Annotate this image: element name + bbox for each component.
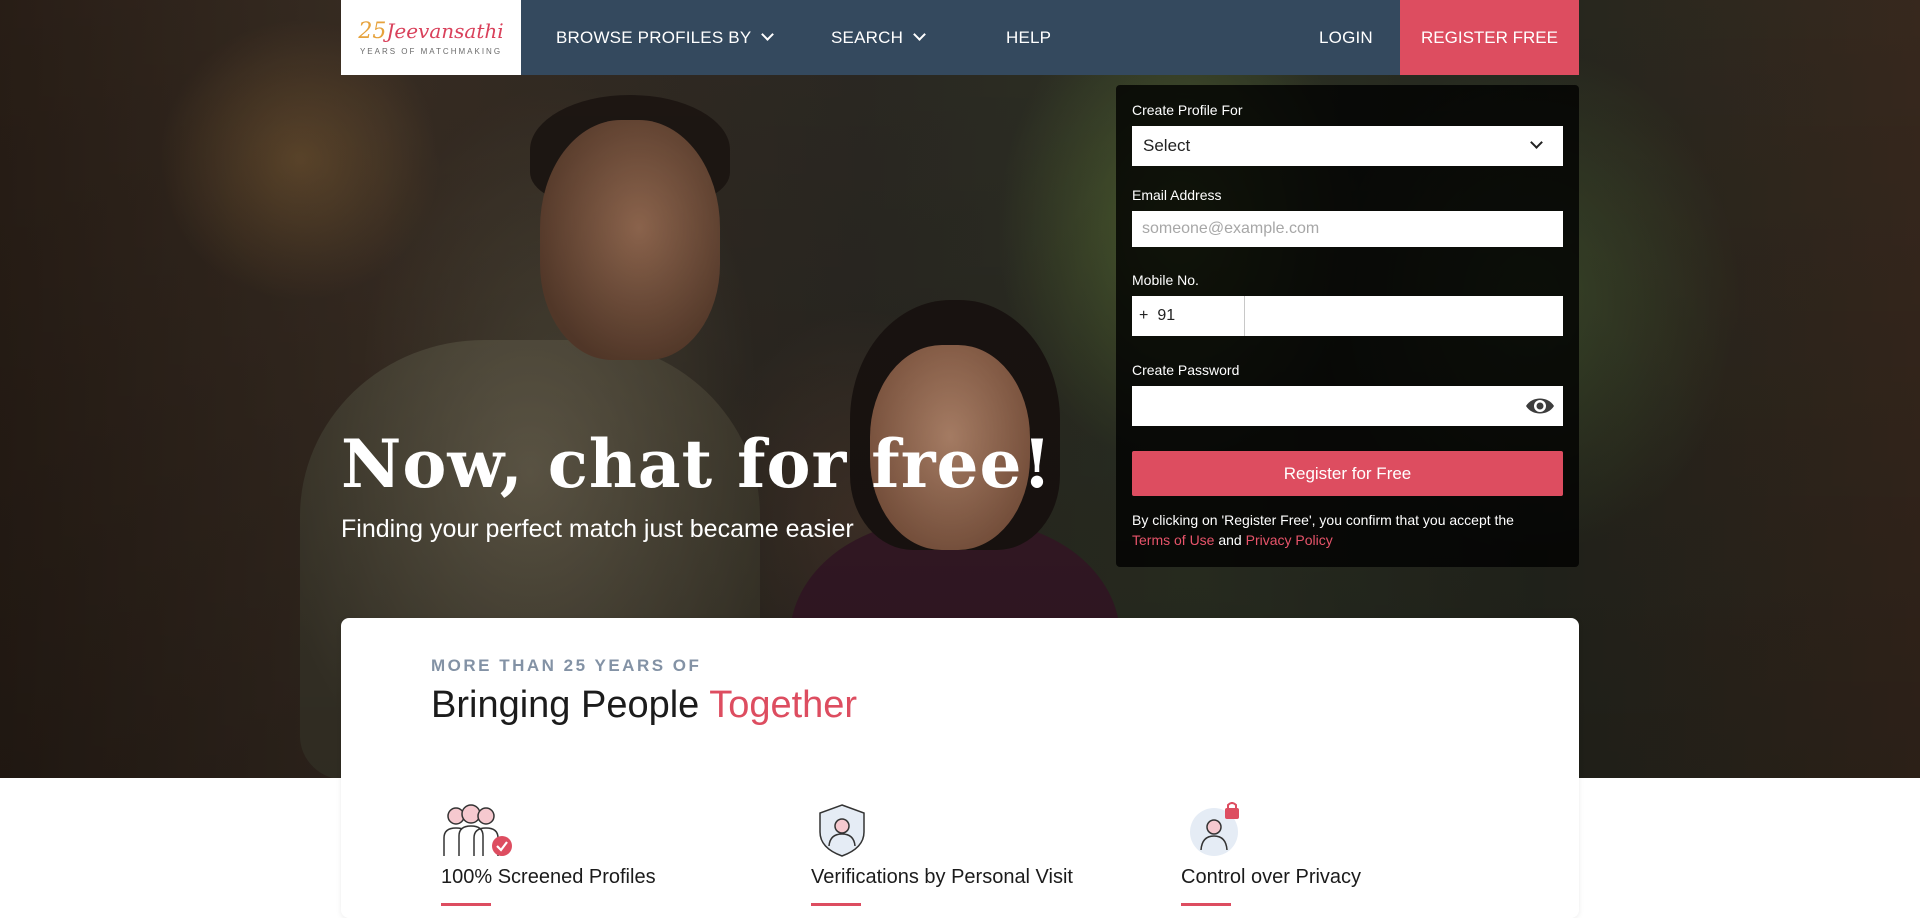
nav-login-label: LOGIN [1319,27,1373,47]
profile-for-select[interactable]: Select [1132,126,1563,166]
hero-title: Now, chat for free! [341,425,1053,503]
chevron-down-icon [913,28,926,41]
profile-for-label: Create Profile For [1132,102,1243,118]
terms-and: and [1218,532,1242,548]
site-logo[interactable]: 25Jeevansathi YEARS OF MATCHMAKING [341,0,521,75]
mobile-label: Mobile No. [1132,272,1199,288]
logo-brand: Jeevansathi [386,18,504,43]
country-code-value: 91 [1157,307,1176,324]
about-title-accent: Together [709,684,858,726]
mobile-input[interactable] [1245,296,1563,336]
feature-underline [441,903,491,906]
hero-subtitle: Finding your perfect match just became e… [341,515,854,543]
nav-register-free-button[interactable]: REGISTER FREE [1400,0,1579,75]
terms-notice: By clicking on 'Register Free', you conf… [1132,510,1563,550]
chevron-down-icon [1530,136,1543,149]
privacy-lock-icon [1188,802,1244,858]
verification-shield-icon [814,802,870,858]
country-code-plus: + [1139,307,1149,324]
password-label: Create Password [1132,362,1240,378]
password-field [1132,386,1563,426]
feature-underline [811,903,861,906]
terms-text: By clicking on 'Register Free', you conf… [1132,512,1514,528]
email-input[interactable] [1132,211,1563,247]
logo-number: 25 [358,18,387,44]
privacy-policy-link[interactable]: Privacy Policy [1246,532,1333,548]
about-kicker: MORE THAN 25 YEARS OF [431,656,702,675]
eye-icon[interactable] [1525,394,1555,418]
nav-help-label: HELP [1006,27,1052,47]
about-title-main: Bringing People [431,684,700,726]
feature-underline [1181,903,1231,906]
logo-tagline: YEARS OF MATCHMAKING [359,46,503,56]
password-input[interactable] [1132,386,1525,426]
register-for-free-button[interactable]: Register for Free [1132,451,1563,496]
nav-search[interactable]: SEARCH [831,0,926,75]
nav-login[interactable]: LOGIN [1319,0,1373,75]
email-label: Email Address [1132,187,1222,203]
screened-profiles-icon [440,802,514,858]
nav-help[interactable]: HELP [1006,0,1051,75]
feature-label: Verifications by Personal Visit [811,866,1073,888]
feature-label: Control over Privacy [1181,866,1362,888]
profile-for-value: Select [1143,136,1191,155]
country-code-select[interactable]: +91 [1132,296,1245,336]
feature-label: 100% Screened Profiles [441,866,656,888]
top-navbar [341,0,1579,75]
nav-search-label: SEARCH [831,27,904,47]
nav-browse-profiles[interactable]: BROWSE PROFILES BY [556,0,775,75]
about-title: Bringing People Together [431,684,857,727]
registration-form: Create Profile For Select Email Address … [1116,85,1579,567]
terms-of-use-link[interactable]: Terms of Use [1132,532,1214,548]
chevron-down-icon [761,28,775,41]
mobile-field: +91 [1132,296,1563,336]
nav-browse-label: BROWSE PROFILES BY [556,27,752,47]
